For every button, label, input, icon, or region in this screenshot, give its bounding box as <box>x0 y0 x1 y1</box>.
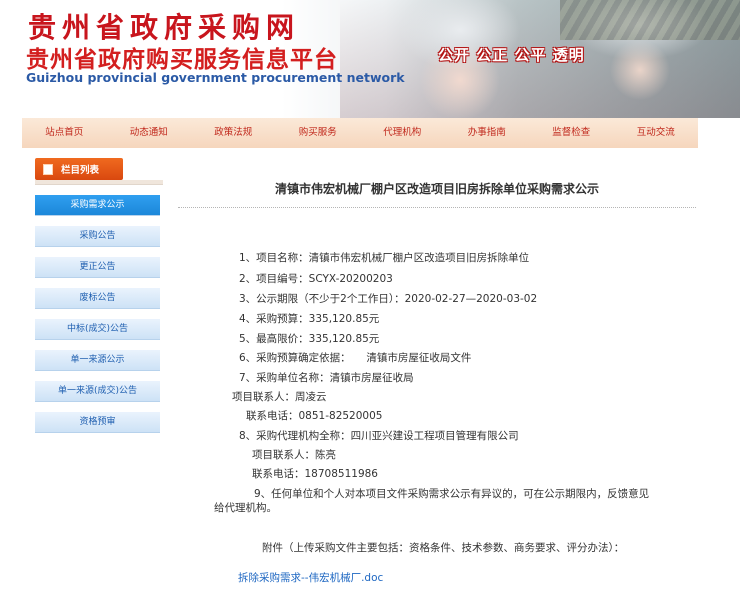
nav-services[interactable]: 购买服务 <box>276 118 361 148</box>
line-agency-phone: 联系电话：18708511986 <box>252 468 378 480</box>
line-purchaser-phone: 联系电话：0851-82520005 <box>246 410 383 422</box>
sidebar-item-demand-notice[interactable]: 采购需求公示 <box>35 195 160 216</box>
line-agency: 8、采购代理机构全称：四川亚兴建设工程项目管理有限公司 <box>239 430 519 442</box>
attachment-file-link[interactable]: 拆除采购需求--伟宏机械厂.doc <box>238 570 383 585</box>
line-objection-cont: 给代理机构。 <box>214 502 277 514</box>
line-notice-period: 3、公示期限（不少于2个工作日）：2020-02-27—2020-03-02 <box>239 293 538 305</box>
nav-policy[interactable]: 政策法规 <box>191 118 276 148</box>
article-title: 清镇市伟宏机械厂棚户区改造项目旧房拆除单位采购需求公示 <box>274 182 599 196</box>
nav-interaction[interactable]: 互动交流 <box>614 118 699 148</box>
sidebar-menu: 采购需求公示 采购公告 更正公告 废标公告 中标(成交)公告 单一来源公示 单一… <box>35 195 160 443</box>
nav-news[interactable]: 动态通知 <box>107 118 192 148</box>
sidebar-item-correction-notice[interactable]: 更正公告 <box>35 257 160 278</box>
nav-guide[interactable]: 办事指南 <box>445 118 530 148</box>
attachment-label: 附件（上传采购文件主要包括：资格条件、技术参数、商务要求、评分办法）： <box>262 542 625 554</box>
sidebar-divider <box>35 180 163 185</box>
line-project-code: 2、项目编号：SCYX-20200203 <box>239 273 393 285</box>
header-photo-roof <box>560 0 740 40</box>
sidebar-header: 栏目列表 <box>35 158 123 180</box>
sidebar-item-cancel-notice[interactable]: 废标公告 <box>35 288 160 309</box>
nav-home[interactable]: 站点首页 <box>22 118 107 148</box>
list-icon <box>43 164 53 175</box>
header-banner: 贵州省政府采购网 贵州省政府购买服务信息平台 Guizhou provincia… <box>0 0 740 118</box>
line-project-name: 1、项目名称：清镇市伟宏机械厂棚户区改造项目旧房拆除单位 <box>239 252 530 264</box>
sidebar-item-prequalification[interactable]: 资格预审 <box>35 412 160 433</box>
line-agency-contact: 项目联系人：陈亮 <box>252 449 336 461</box>
line-budget: 4、采购预算：335,120.85元 <box>239 313 380 325</box>
main-nav: 站点首页 动态通知 政策法规 购买服务 代理机构 办事指南 监督检查 互动交流 <box>22 118 698 148</box>
site-slogan: 公开 公正 公平 透明 <box>438 46 585 64</box>
sidebar-item-procurement-notice[interactable]: 采购公告 <box>35 226 160 247</box>
sidebar-item-single-source-award[interactable]: 单一来源(成交)公告 <box>35 381 160 402</box>
sidebar-title: 栏目列表 <box>61 165 100 176</box>
site-logo-english: Guizhou provincial government procuremen… <box>26 70 405 85</box>
nav-supervision[interactable]: 监督检查 <box>529 118 614 148</box>
nav-agencies[interactable]: 代理机构 <box>360 118 445 148</box>
title-divider <box>178 207 696 208</box>
line-purchaser: 7、采购单位名称：清镇市房屋征收局 <box>239 372 414 384</box>
line-max-price: 5、最高限价：335,120.85元 <box>239 333 380 345</box>
site-logo-subtitle: 贵州省政府购买服务信息平台 <box>26 47 338 73</box>
sidebar-item-award-notice[interactable]: 中标(成交)公告 <box>35 319 160 340</box>
line-budget-basis: 6、采购预算确定依据： 清镇市房屋征收局文件 <box>239 352 472 364</box>
sidebar-item-single-source[interactable]: 单一来源公示 <box>35 350 160 371</box>
line-purchaser-contact: 项目联系人：周凌云 <box>232 391 327 403</box>
line-objection: 9、任何单位和个人对本项目文件采购需求公示有异议的，可在公示期限内，反馈意见 <box>254 488 650 500</box>
